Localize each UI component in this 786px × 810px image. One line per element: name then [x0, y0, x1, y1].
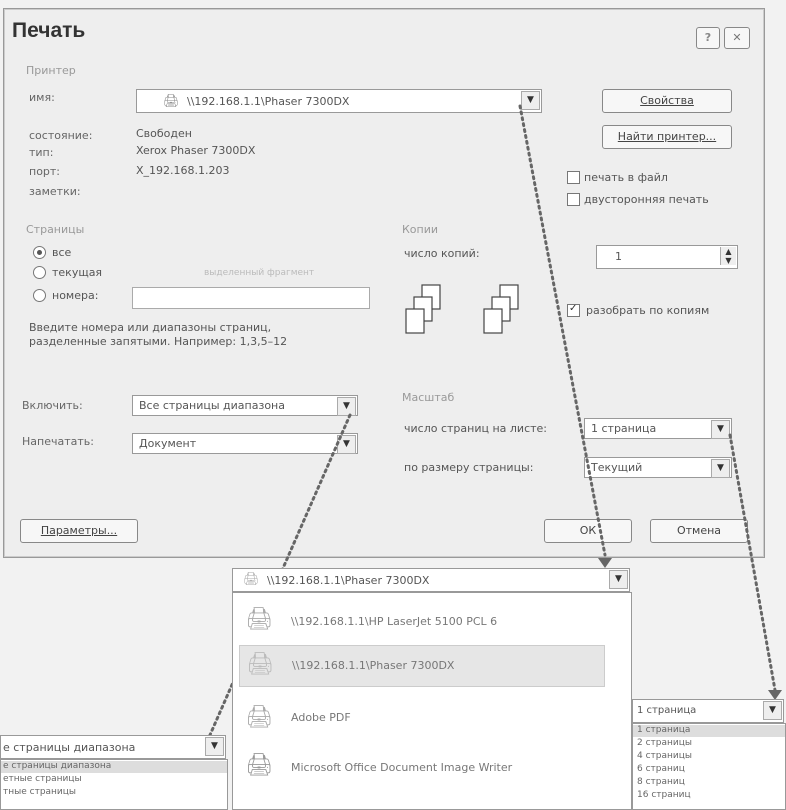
network-printer-icon: 🖨: [245, 607, 273, 632]
include-dropdown-list: е страницы диапазона етные страницы тные…: [0, 759, 228, 810]
printer-option-label: \\192.168.1.1\HP LaserJet 5100 PCL 6: [291, 615, 498, 628]
include-option[interactable]: тные страницы: [3, 787, 76, 797]
include-option-selected[interactable]: е страницы диапазона: [1, 761, 227, 773]
include-dropdown-header[interactable]: е страницы диапазона ▼: [0, 735, 226, 759]
pages-option-selected[interactable]: 1 страница: [633, 725, 785, 737]
chevron-down-icon[interactable]: ▼: [763, 701, 782, 720]
pages-option[interactable]: 8 страниц: [637, 777, 685, 787]
printer-option[interactable]: 🖨 \\192.168.1.1\HP LaserJet 5100 PCL 6: [239, 603, 625, 641]
pages-dropdown-header[interactable]: 1 страница ▼: [632, 699, 784, 723]
printer-dropdown-selected: \\192.168.1.1\Phaser 7300DX: [267, 574, 430, 587]
pages-dropdown-list: 1 страница 2 страницы 4 страницы 6 стран…: [632, 723, 786, 810]
printer-icon: 🖨: [243, 572, 260, 587]
pages-option[interactable]: 2 страницы: [637, 738, 692, 748]
printer-option-label: \\192.168.1.1\Phaser 7300DX: [292, 659, 455, 672]
pages-option[interactable]: 16 страниц: [637, 790, 691, 800]
printer-option-label: Microsoft Office Document Image Writer: [291, 761, 513, 774]
include-option[interactable]: етные страницы: [3, 774, 82, 784]
network-printer-icon: 🖨: [246, 652, 274, 677]
printer-option-selected[interactable]: 🖨 \\192.168.1.1\Phaser 7300DX: [239, 645, 605, 687]
printer-dropdown-list: 🖨 \\192.168.1.1\HP LaserJet 5100 PCL 6 🖨…: [232, 592, 632, 810]
pages-option[interactable]: 4 страницы: [637, 751, 692, 761]
chevron-down-icon[interactable]: ▼: [609, 570, 628, 589]
printer-dropdown-header[interactable]: 🖨 \\192.168.1.1\Phaser 7300DX ▼: [232, 568, 630, 592]
printer-option[interactable]: 🖨 Adobe PDF: [239, 699, 625, 739]
printer-icon: 🖨: [245, 753, 273, 778]
printer-option-label: Adobe PDF: [291, 711, 351, 724]
printer-option[interactable]: 🖨 Microsoft Office Document Image Writer: [239, 747, 625, 787]
printer-icon: 🖨: [245, 705, 273, 730]
pages-dropdown-selected: 1 страница: [637, 705, 697, 716]
pages-option[interactable]: 6 страниц: [637, 764, 685, 774]
chevron-down-icon[interactable]: ▼: [205, 737, 224, 756]
include-dropdown-selected: е страницы диапазона: [3, 741, 136, 754]
